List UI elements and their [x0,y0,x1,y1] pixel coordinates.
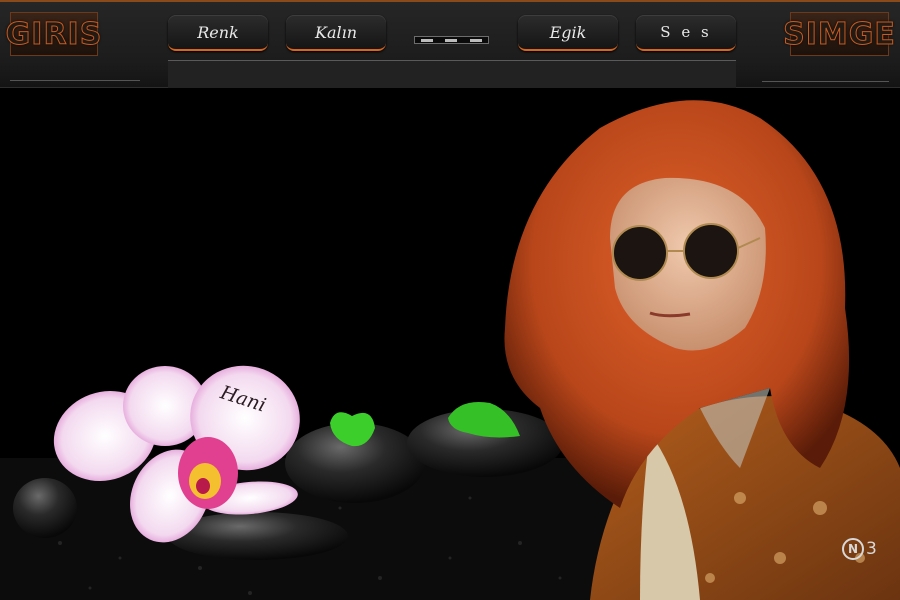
scene-artwork: Hani N 3 [0,88,900,600]
volume-slider[interactable] [414,36,489,44]
color-button[interactable]: Renk [168,15,268,51]
watermark-circle-icon: N [842,538,864,560]
message-bar[interactable] [168,60,736,88]
watermark-logo: N 3 [842,538,877,560]
logo-giris-button[interactable]: GIRIS [5,12,102,56]
top-toolbar: GIRIS Renk Kalın Egik S e s SIMGE [0,0,900,88]
bold-button[interactable]: Kalın [286,15,386,51]
stone-left [13,478,77,538]
logo-simge-button[interactable]: SIMGE [783,12,895,56]
slider-segment [445,38,458,42]
italic-button[interactable]: Egik [518,15,618,51]
watermark-number: 3 [866,539,877,559]
scene-illustration [0,100,900,600]
divider-left [10,80,140,81]
slider-segment [421,38,434,42]
divider-right [762,81,889,82]
sound-button[interactable]: S e s [636,15,736,51]
slider-segment [469,38,482,42]
